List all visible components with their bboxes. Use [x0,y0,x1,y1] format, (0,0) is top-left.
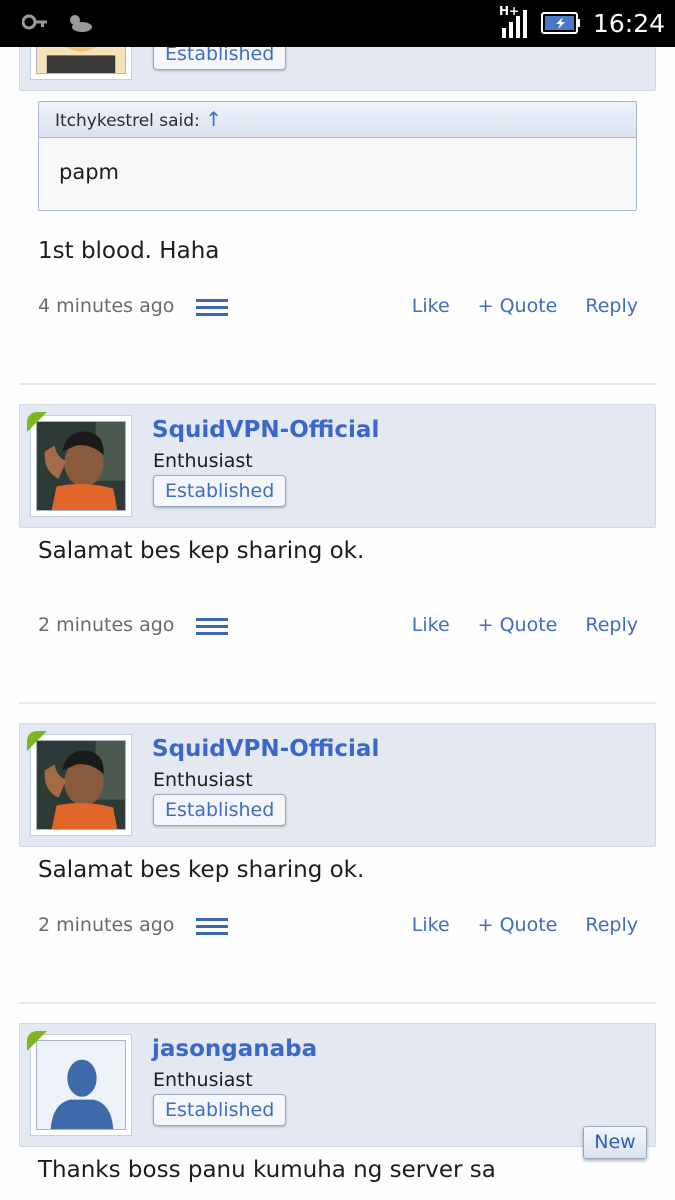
quote-button[interactable]: + Quote [478,295,558,317]
post-userbar: jasonganaba Enthusiast Established [19,1023,656,1147]
quote-button[interactable]: + Quote [478,914,558,936]
reply-button[interactable]: Reply [585,914,638,936]
username-link[interactable]: SquidVPN-Official [152,417,379,443]
status-bar: H+ 16:24 [0,0,675,47]
user-title: Enthusiast [153,450,253,472]
like-button[interactable]: Like [412,914,450,936]
post-time[interactable]: 2 minutes ago [38,614,174,636]
post-time[interactable]: 2 minutes ago [38,914,174,936]
user-photo-icon [37,422,125,510]
post-time[interactable]: 4 minutes ago [38,295,174,317]
post-divider [19,702,656,704]
user-title: Enthusiast [153,769,253,791]
avatar[interactable] [27,731,132,836]
thread-page: Established Itchykestrel said: ↑ papm 1s… [0,47,675,1200]
key-icon [22,14,47,30]
quote-button[interactable]: + Quote [478,614,558,636]
online-indicator [27,1031,47,1051]
reply-button[interactable]: Reply [585,295,638,317]
online-indicator [27,412,47,432]
user-badge: Established [153,475,287,507]
post-message: Salamat bes kep sharing ok. [38,538,365,564]
avatar[interactable] [27,1031,132,1136]
post-message: 1st blood. Haha [38,238,220,264]
cartoon-avatar-icon [37,47,125,73]
user-title: Enthusiast [153,1069,253,1091]
new-post-badge[interactable]: New [583,1126,647,1159]
post-userbar: Established [19,47,656,91]
clock: 16:24 [592,8,665,38]
post-userbar: SquidVPN-Official Enthusiast Established [19,723,656,847]
post-meta: 2 minutes ago Like + Quote Reply [38,914,638,944]
post-menu-icon[interactable] [196,918,228,938]
battery-icon [540,12,580,34]
post-message: Salamat bes kep sharing ok. [38,857,365,883]
quote-text: papm [59,160,119,184]
reply-button[interactable]: Reply [585,614,638,636]
default-avatar-icon [37,1041,125,1129]
quote-header[interactable]: Itchykestrel said: ↑ [39,102,636,138]
post-userbar: SquidVPN-Official Enthusiast Established [19,404,656,528]
post-meta: 4 minutes ago Like + Quote Reply [38,295,638,325]
post-menu-icon[interactable] [196,618,228,638]
user-badge: Established [153,1094,287,1126]
post-divider [19,383,656,385]
user-badge: Established [153,794,287,826]
avatar[interactable] [30,47,132,80]
online-indicator [27,731,47,751]
username-link[interactable]: jasonganaba [152,1036,317,1062]
quote-author: Itchykestrel said: [55,111,200,131]
username-link[interactable]: SquidVPN-Official [152,736,379,762]
signal-icon: H+ [499,4,529,40]
user-badge: Established [153,47,287,70]
jump-to-quote-arrow-icon[interactable]: ↑ [205,107,222,131]
like-button[interactable]: Like [412,295,450,317]
like-button[interactable]: Like [412,614,450,636]
post-meta: 2 minutes ago Like + Quote Reply [38,614,638,644]
user-photo-icon [37,741,125,829]
avatar[interactable] [27,412,132,517]
quote-block: Itchykestrel said: ↑ papm [38,101,637,211]
post-divider [19,1002,656,1004]
weather-icon [70,15,92,32]
post-menu-icon[interactable] [196,299,228,319]
post-message: Thanks boss panu kumuha ng server sa [38,1157,496,1183]
